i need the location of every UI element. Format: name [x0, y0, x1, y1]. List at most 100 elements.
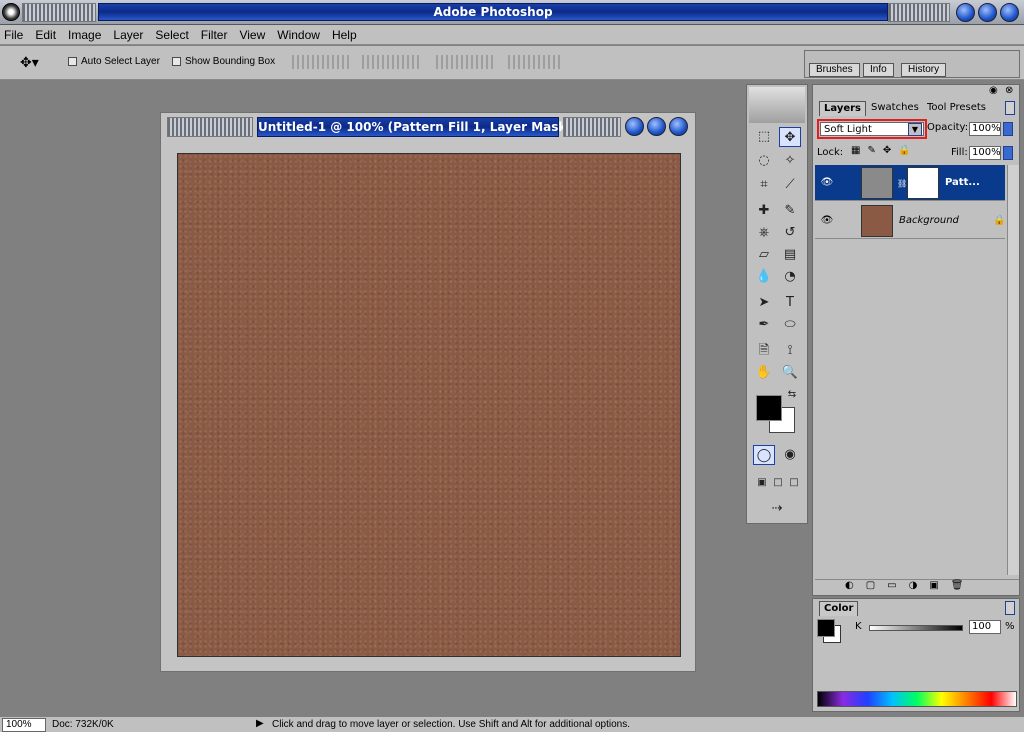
tab-swatches[interactable]: Swatches: [867, 101, 923, 116]
maximize-button[interactable]: [978, 3, 997, 22]
fill-slider-arrow-icon[interactable]: [1003, 146, 1013, 160]
lasso-tool-icon[interactable]: ◌: [753, 151, 775, 171]
tab-tool-presets[interactable]: Tool Presets: [923, 101, 990, 116]
document-title: Untitled-1 @ 100% (Pattern Fill 1, Layer…: [257, 117, 572, 137]
eye-icon[interactable]: 👁: [819, 213, 835, 229]
color-fg-swatch[interactable]: [817, 619, 835, 637]
layer-mask-thumbnail[interactable]: [907, 167, 939, 199]
opacity-input[interactable]: 100%: [969, 122, 1001, 136]
layers-bottom-toolbar[interactable]: ◐▢▭◑▣🗑: [815, 579, 1019, 595]
well-tab-info[interactable]: Info: [863, 63, 894, 77]
document-canvas[interactable]: [177, 153, 681, 657]
hand-tool-icon[interactable]: ✋: [753, 363, 775, 383]
menu-help[interactable]: Help: [332, 28, 357, 42]
magic-wand-icon[interactable]: ✧: [779, 151, 801, 171]
well-tab-history[interactable]: History: [901, 63, 947, 77]
opacity-label: Opacity:: [927, 122, 969, 133]
eyedropper-icon[interactable]: ⟟: [779, 341, 801, 361]
eraser-tool-icon[interactable]: ▱: [753, 245, 775, 265]
notes-tool-icon[interactable]: 🗎: [753, 341, 775, 361]
type-tool-icon[interactable]: T: [779, 293, 801, 313]
color-menu-arrow-icon[interactable]: [1005, 601, 1015, 615]
standard-mode-icon[interactable]: ◯: [753, 445, 775, 465]
gradient-tool-icon[interactable]: ▤: [779, 245, 801, 265]
shape-tool-icon[interactable]: ⬭: [779, 315, 801, 335]
lock-icons[interactable]: ▦✎✥🔒: [851, 145, 918, 156]
menu-select[interactable]: Select: [155, 28, 188, 42]
minimize-button[interactable]: [956, 3, 975, 22]
history-brush-icon[interactable]: ↺: [779, 223, 801, 243]
distribute-top-icons[interactable]: [436, 55, 494, 69]
doc-maximize-button[interactable]: [647, 117, 666, 136]
layers-scrollbar[interactable]: [1007, 165, 1019, 575]
status-arrow-icon[interactable]: ▶: [256, 718, 264, 729]
link-icon[interactable]: ⛓: [897, 179, 907, 188]
fill-label: Fill:: [951, 147, 968, 158]
toolbox-header-logo[interactable]: [749, 87, 805, 123]
slice-tool-icon[interactable]: ⟋: [779, 175, 801, 195]
move-tool-preset-icon[interactable]: ✥▾: [20, 54, 39, 71]
path-selection-icon[interactable]: ➤: [753, 293, 775, 313]
title-grip-right: [888, 3, 950, 22]
photoshop-app-icon[interactable]: [2, 3, 20, 21]
palette-close-icon[interactable]: ⊗: [1005, 85, 1013, 96]
show-bbox-checkbox[interactable]: [172, 57, 181, 66]
fill-input[interactable]: 100%: [969, 146, 1001, 160]
blur-tool-icon[interactable]: 💧: [753, 267, 775, 287]
tab-layers[interactable]: Layers: [819, 101, 866, 116]
well-tab-brushes[interactable]: Brushes: [809, 63, 860, 77]
doc-title-grip-right: [563, 117, 621, 137]
zoom-level-input[interactable]: 100%: [2, 718, 46, 732]
opacity-slider-arrow-icon[interactable]: [1003, 122, 1013, 136]
doc-size-info[interactable]: Doc: 732K/0K: [52, 719, 114, 730]
menu-file[interactable]: File: [4, 28, 23, 42]
chevron-down-icon[interactable]: ▼: [908, 123, 922, 136]
menu-edit[interactable]: Edit: [35, 28, 56, 42]
quick-mask-icon[interactable]: ◉: [779, 445, 801, 465]
auto-select-label: Auto Select Layer: [81, 56, 160, 67]
brush-tool-icon[interactable]: ✎: [779, 201, 801, 221]
k-slider-track[interactable]: [869, 625, 963, 631]
marquee-tool-icon[interactable]: ⬚: [753, 127, 775, 147]
eye-icon[interactable]: 👁: [819, 175, 835, 191]
menu-filter[interactable]: Filter: [201, 28, 228, 42]
clone-stamp-icon[interactable]: ⎈: [753, 223, 775, 243]
foreground-color-swatch[interactable]: [756, 395, 782, 421]
doc-close-button[interactable]: [669, 117, 688, 136]
menu-view[interactable]: View: [239, 28, 265, 42]
crop-tool-icon[interactable]: ⌗: [753, 175, 775, 195]
auto-select-checkbox[interactable]: [68, 57, 77, 66]
layers-tab-row: Layers Swatches Tool Presets: [813, 99, 1019, 117]
healing-brush-icon[interactable]: ✚: [753, 201, 775, 221]
pattern-fill-thumbnail: [861, 167, 893, 199]
align-left-icons[interactable]: [362, 55, 420, 69]
move-tool-icon[interactable]: ✥: [779, 127, 801, 147]
swap-colors-icon[interactable]: ⇆: [781, 385, 803, 405]
zoom-tool-icon[interactable]: 🔍: [779, 363, 801, 383]
blend-mode-value: Soft Light ▼: [820, 122, 924, 136]
jump-to-imageready-icon[interactable]: ⇢: [757, 499, 797, 519]
lock-icon: 🔒: [993, 215, 1006, 226]
close-button[interactable]: [1000, 3, 1019, 22]
document-window: Untitled-1 @ 100% (Pattern Fill 1, Layer…: [160, 112, 696, 672]
toolbox: ⬚ ✥ ◌ ✧ ⌗ ⟋ ✚ ✎ ⎈ ↺ ▱ ▤ 💧 ◔ ➤ T ✒ ⬭ 🗎 ⟟ …: [746, 84, 808, 524]
distribute-left-icons[interactable]: [508, 55, 562, 69]
color-ramp[interactable]: [817, 691, 1017, 707]
status-bar: 100% Doc: 732K/0K ▶ Click and drag to mo…: [0, 716, 1024, 732]
align-top-icons[interactable]: [292, 55, 350, 69]
screen-mode-full-icon[interactable]: □: [783, 473, 805, 493]
dodge-tool-icon[interactable]: ◔: [779, 267, 801, 287]
menu-image[interactable]: Image: [68, 28, 101, 42]
menu-window[interactable]: Window: [277, 28, 320, 42]
palette-menu-arrow-icon[interactable]: [1005, 101, 1015, 115]
layer-row-background[interactable]: 👁 Background 🔒: [815, 203, 1005, 239]
palette-options-icon[interactable]: ◉: [989, 85, 998, 96]
layer-row-pattern-fill[interactable]: 👁 ⛓ Patt...: [815, 165, 1005, 201]
palette-well: Brushes Info History: [804, 50, 1020, 78]
k-value-input[interactable]: 100: [969, 620, 1001, 634]
blend-mode-select[interactable]: Soft Light ▼: [817, 119, 927, 139]
tab-color[interactable]: Color: [819, 601, 859, 616]
doc-minimize-button[interactable]: [625, 117, 644, 136]
pen-tool-icon[interactable]: ✒: [753, 315, 775, 335]
menu-layer[interactable]: Layer: [113, 28, 143, 42]
